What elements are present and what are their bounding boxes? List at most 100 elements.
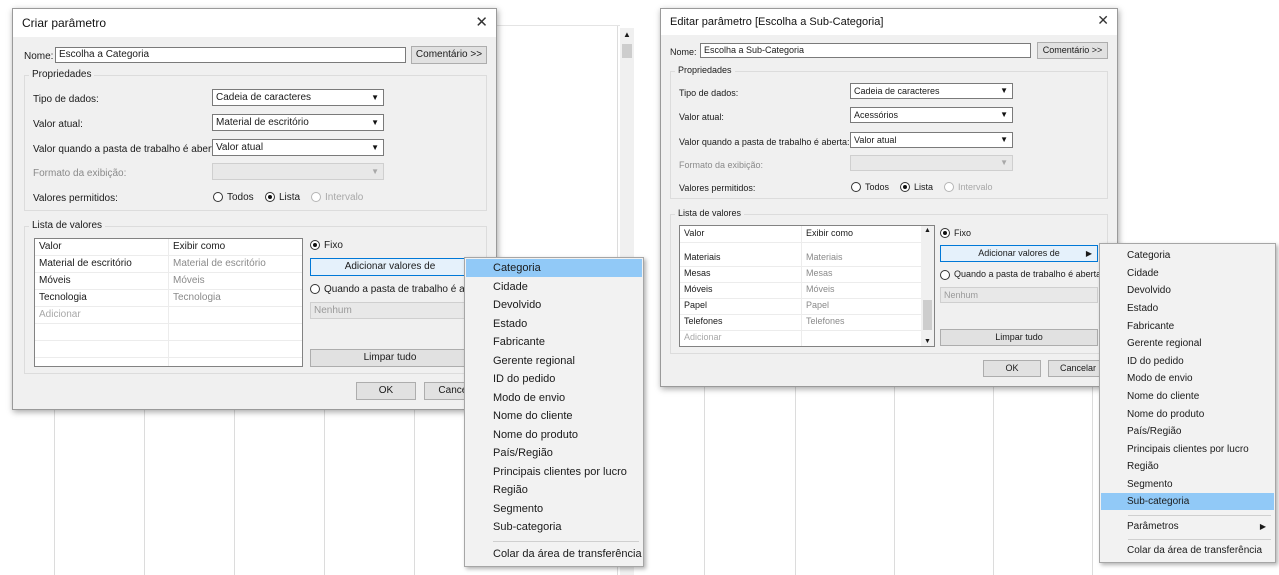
menu-item-devolvido[interactable]: Devolvido [1101, 282, 1274, 299]
table-row[interactable]: Telefones Telefones [680, 314, 934, 331]
allowed-range-radio[interactable] [944, 182, 954, 192]
menu-item-nome-produto[interactable]: Nome do produto [1101, 406, 1274, 423]
allowed-all-label[interactable]: Todos [227, 192, 254, 203]
allowed-all-label[interactable]: Todos [865, 182, 889, 192]
menu-item-regiao[interactable]: Região [466, 481, 642, 499]
menu-item-estado[interactable]: Estado [1101, 300, 1274, 317]
menu-item-cidade[interactable]: Cidade [1101, 265, 1274, 282]
allowed-range-label[interactable]: Intervalo [958, 182, 993, 192]
menu-item-pais-regiao[interactable]: País/Região [466, 444, 642, 462]
menu-item-nome-cliente[interactable]: Nome do cliente [466, 407, 642, 425]
menu-item-principais-clientes[interactable]: Principais clientes por lucro [466, 463, 642, 481]
table-row[interactable]: Tecnologia Tecnologia [35, 290, 302, 307]
name-input[interactable]: Escolha a Sub-Categoria [700, 43, 1031, 58]
scroll-up-icon[interactable]: ▲ [924, 227, 931, 234]
close-icon[interactable]: ✕ [475, 13, 488, 31]
table-row[interactable]: Papel Papel [680, 298, 934, 315]
menu-item-categoria[interactable]: Categoria [1101, 247, 1274, 264]
menu-item-sub-categoria[interactable]: Sub-categoria [1101, 493, 1274, 510]
comment-button[interactable]: Comentário >> [1037, 42, 1108, 59]
fixed-radio[interactable] [940, 228, 950, 238]
allowed-all-radio[interactable] [213, 192, 223, 202]
current-value-select[interactable]: Material de escritório ▼ [212, 114, 384, 131]
open-value-select[interactable]: Valor atual ▼ [212, 139, 384, 156]
add-values-from-button[interactable]: Adicionar valores de ▶ [940, 245, 1098, 262]
fixed-radio[interactable] [310, 240, 320, 250]
menu-item-nome-cliente[interactable]: Nome do cliente [1101, 388, 1274, 405]
table-row[interactable]: Materiais Materiais [680, 250, 934, 267]
menu-item-segmento[interactable]: Segmento [1101, 476, 1274, 493]
values-table[interactable]: Valor Exibir como Material de escritório… [34, 238, 303, 367]
menu-item-modo-envio[interactable]: Modo de envio [466, 389, 642, 407]
allowed-list-radio[interactable] [900, 182, 910, 192]
menu-item-modo-envio[interactable]: Modo de envio [1101, 370, 1274, 387]
menu-item-paste[interactable]: Colar da área de transferência [466, 545, 642, 563]
name-input[interactable]: Escolha a Categoria [55, 47, 406, 63]
table-row[interactable]: Material de escritório Material de escri… [35, 256, 302, 273]
allowed-range-radio[interactable] [311, 192, 321, 202]
scroll-thumb[interactable] [622, 44, 632, 58]
title-bar: Editar parâmetro [Escolha a Sub-Categori… [661, 9, 1117, 35]
close-icon[interactable]: ✕ [1097, 12, 1109, 29]
fixed-radio-label[interactable]: Fixo [954, 228, 971, 238]
values-list-group-label: Lista de valores [675, 208, 745, 218]
allowed-values-label: Valores permitidos: [679, 183, 756, 193]
display-format-select[interactable]: ▼ [212, 163, 384, 180]
data-type-select[interactable]: Cadeia de caracteres ▼ [212, 89, 384, 106]
ok-button[interactable]: OK [983, 360, 1041, 377]
grid-line [414, 400, 415, 575]
menu-item-principais-clientes[interactable]: Principais clientes por lucro [1101, 441, 1274, 458]
when-open-select[interactable]: Nenhum [310, 302, 470, 319]
allowed-list-radio[interactable] [265, 192, 275, 202]
add-row[interactable]: Adicionar [35, 307, 302, 324]
menu-item-id-pedido[interactable]: ID do pedido [1101, 353, 1274, 370]
chevron-down-icon: ▼ [371, 143, 379, 152]
menu-item-estado[interactable]: Estado [466, 315, 642, 333]
menu-item-gerente-regional[interactable]: Gerente regional [1101, 335, 1274, 352]
table-row[interactable]: Móveis Móveis [35, 273, 302, 290]
chevron-down-icon: ▼ [371, 118, 379, 127]
when-open-select[interactable]: Nenhum [940, 287, 1098, 303]
menu-item-id-pedido[interactable]: ID do pedido [466, 370, 642, 388]
menu-item-paste[interactable]: Colar da área de transferência [1101, 542, 1274, 559]
menu-item-fabricante[interactable]: Fabricante [1101, 318, 1274, 335]
add-values-from-button[interactable]: Adicionar valores de [310, 258, 470, 276]
ok-button[interactable]: OK [356, 382, 416, 400]
allowed-all-radio[interactable] [851, 182, 861, 192]
menu-item-devolvido[interactable]: Devolvido [466, 296, 642, 314]
clear-all-button[interactable]: Limpar tudo [310, 349, 470, 367]
scroll-thumb[interactable] [923, 300, 932, 330]
when-open-radio[interactable] [940, 270, 950, 280]
menu-item-categoria[interactable]: Categoria [466, 259, 642, 277]
table-row[interactable]: Móveis Móveis [680, 282, 934, 299]
add-row[interactable]: Adicionar [680, 330, 934, 346]
when-open-radio-label[interactable]: Quando a pasta de trabalho é aberta [954, 269, 1101, 279]
menu-item-sub-categoria[interactable]: Sub-categoria [466, 518, 642, 536]
allowed-list-label[interactable]: Lista [279, 192, 300, 203]
menu-item-regiao[interactable]: Região [1101, 458, 1274, 475]
current-value-select[interactable]: Acessórios ▼ [850, 107, 1013, 123]
table-row[interactable]: Mesas Mesas [680, 266, 934, 283]
open-value-select[interactable]: Valor atual ▼ [850, 132, 1013, 148]
allowed-range-label[interactable]: Intervalo [325, 192, 363, 203]
column-value-header: Valor [39, 241, 62, 252]
scroll-down-icon[interactable]: ▼ [924, 338, 931, 345]
comment-button[interactable]: Comentário >> [411, 46, 487, 64]
table-scrollbar[interactable]: ▲ ▼ [921, 226, 934, 346]
menu-item-fabricante[interactable]: Fabricante [466, 333, 642, 351]
menu-item-parameters[interactable]: Parâmetros ▶ [1101, 518, 1274, 535]
menu-item-nome-produto[interactable]: Nome do produto [466, 426, 642, 444]
display-format-select[interactable]: ▼ [850, 155, 1013, 171]
when-open-radio-label[interactable]: Quando a pasta de trabalho é aber [324, 284, 479, 295]
menu-item-gerente-regional[interactable]: Gerente regional [466, 352, 642, 370]
when-open-radio[interactable] [310, 284, 320, 294]
menu-item-cidade[interactable]: Cidade [466, 278, 642, 296]
data-type-select[interactable]: Cadeia de caracteres ▼ [850, 83, 1013, 99]
fixed-radio-label[interactable]: Fixo [324, 240, 343, 251]
allowed-list-label[interactable]: Lista [914, 182, 933, 192]
values-table[interactable]: Valor Exibir como Materiais Materiais Me… [679, 225, 935, 347]
clear-all-button[interactable]: Limpar tudo [940, 329, 1098, 346]
menu-item-pais-regiao[interactable]: País/Região [1101, 423, 1274, 440]
menu-item-segmento[interactable]: Segmento [466, 500, 642, 518]
scroll-up-icon[interactable]: ▲ [623, 30, 631, 39]
